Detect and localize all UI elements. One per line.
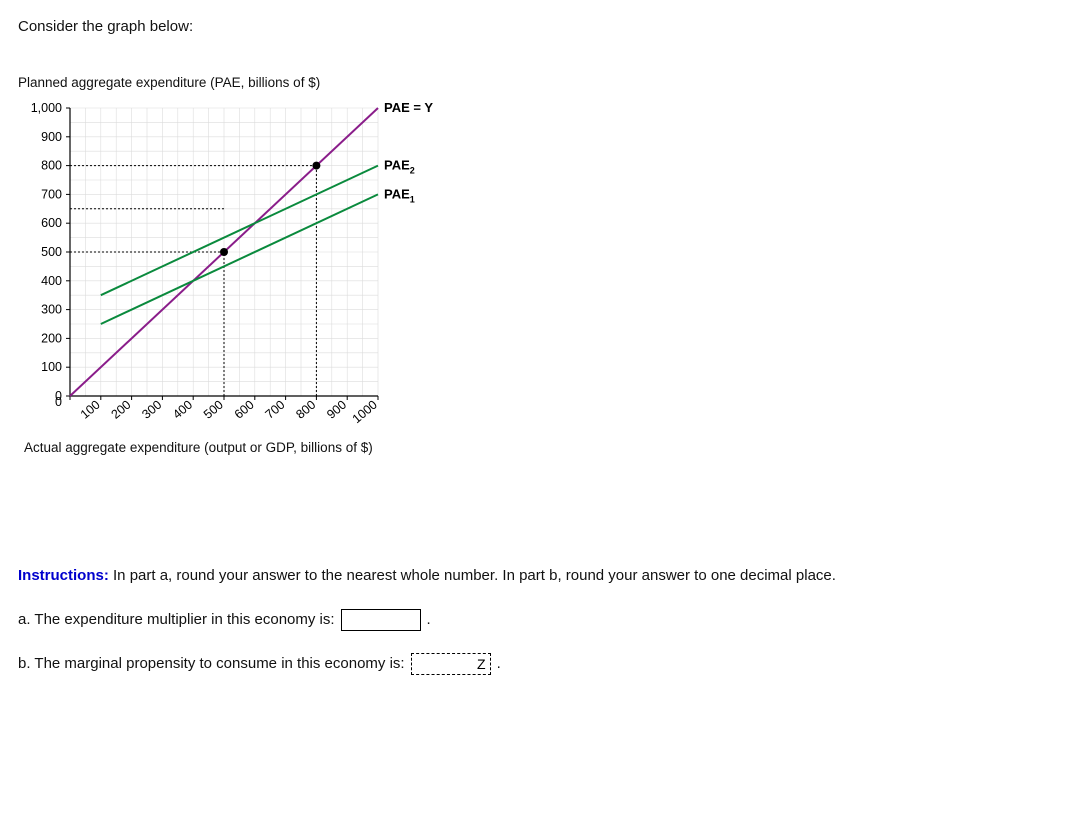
y-tick-label: 600 (41, 216, 62, 230)
x-tick-label: 400 (170, 398, 195, 422)
y-tick-label: 500 (41, 245, 62, 259)
y-tick-label: 900 (41, 130, 62, 144)
question-b-text: b. The marginal propensity to consume in… (18, 655, 405, 672)
y-tick-label: 700 (41, 187, 62, 201)
data-point (312, 162, 320, 170)
y-tick-label: 300 (41, 303, 62, 317)
label-pae-y: PAE = Y (384, 100, 433, 115)
answer-b-input[interactable] (411, 653, 491, 675)
x-tick-label: 200 (109, 398, 134, 422)
x-tick-label: 900 (324, 398, 349, 422)
chart-area: 01002003004005006007008009001,0001002003… (18, 100, 1052, 430)
x-tick-label: 800 (293, 398, 318, 422)
x-tick-label: 100 (78, 398, 103, 422)
x-axis-title: Actual aggregate expenditure (output or … (24, 440, 1052, 455)
pae-chart: 01002003004005006007008009001,0001002003… (18, 100, 448, 430)
x-tick-label: 1000 (350, 398, 380, 427)
question-a-text: a. The expenditure multiplier in this ec… (18, 611, 335, 628)
period-a: . (427, 611, 431, 628)
y-tick-label: 1,000 (31, 101, 62, 115)
y-tick-label: 800 (41, 159, 62, 173)
question-a-line: a. The expenditure multiplier in this ec… (18, 609, 1052, 631)
instructions-text: In part a, round your answer to the near… (109, 567, 836, 584)
data-point (220, 248, 228, 256)
label-pae2: PAE2 (384, 158, 415, 176)
y-tick-label: 100 (41, 360, 62, 374)
instructions: Instructions: In part a, round your answ… (18, 565, 1052, 587)
x-tick-label: 500 (201, 398, 226, 422)
x-tick-label: 600 (232, 398, 257, 422)
question-b-line: b. The marginal propensity to consume in… (18, 653, 1052, 675)
page-title: Consider the graph below: (18, 18, 1052, 35)
x-tick-label: 300 (139, 398, 164, 422)
x-tick-label: 700 (263, 398, 288, 422)
y-tick-label: 400 (41, 274, 62, 288)
period-b: . (497, 655, 501, 672)
label-pae1: PAE1 (384, 186, 415, 204)
origin-label: 0 (55, 395, 62, 409)
y-tick-label: 200 (41, 331, 62, 345)
instructions-label: Instructions: (18, 567, 109, 584)
y-axis-title: Planned aggregate expenditure (PAE, bill… (18, 75, 1052, 90)
answer-a-input[interactable] (341, 609, 421, 631)
